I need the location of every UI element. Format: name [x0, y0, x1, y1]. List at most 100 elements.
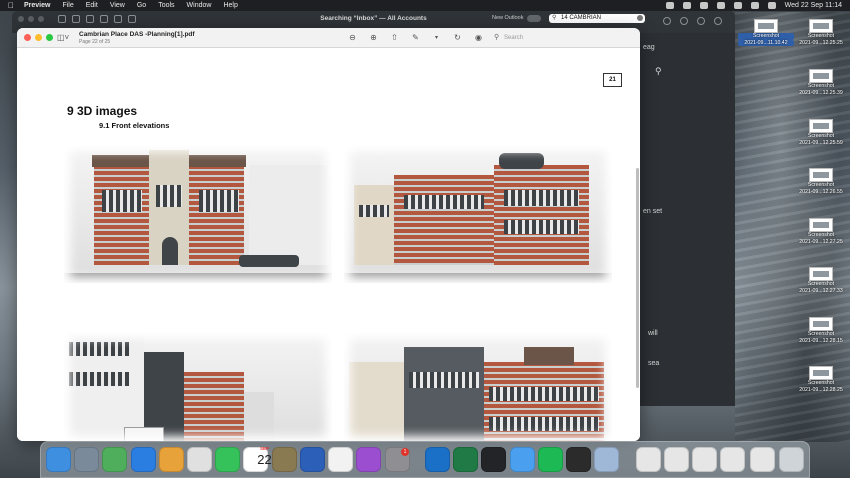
- new-outlook-label: New Outlook: [492, 15, 524, 21]
- desktop-screenshot-file[interactable]: Screenshot 2021-09...12.28.25: [793, 366, 849, 393]
- excel-icon[interactable]: [453, 447, 478, 472]
- desktop-screenshot-file[interactable]: Screenshot 2021-09...12.27.33: [793, 267, 849, 294]
- spotify-icon[interactable]: [538, 447, 563, 472]
- menu-view[interactable]: View: [110, 2, 125, 9]
- trash-icon[interactable]: [779, 447, 804, 472]
- desktop-screenshot-file[interactable]: Screenshot 2021-09...12.25.59: [793, 119, 849, 146]
- share-icon[interactable]: ⇧: [389, 32, 400, 43]
- document-title: Cambrian Place DAS -Planning[1].pdf: [79, 31, 195, 38]
- outlook-search-icon[interactable]: ⚲: [655, 66, 662, 77]
- preview-icon[interactable]: [594, 447, 619, 472]
- menu-file[interactable]: File: [62, 2, 73, 9]
- reminders-icon[interactable]: [328, 447, 353, 472]
- menu-bar:  Preview File Edit View Go Tools Window…: [0, 0, 850, 11]
- file-name-line2: 2021-09...11.10.42: [738, 39, 794, 46]
- outlook-search-value: 14 CAMBRIAN: [561, 15, 602, 21]
- file-name-line2: 2021-09...12.28.25: [799, 386, 843, 393]
- sidebar-toggle-icon[interactable]: ◫˅: [57, 33, 69, 42]
- outlook-reading-pane: [635, 33, 735, 406]
- preview-search-field[interactable]: ⚲ Search: [494, 33, 569, 43]
- menu-tools[interactable]: Tools: [158, 2, 174, 9]
- apple-menu-icon[interactable]: : [8, 1, 16, 10]
- desktop-screenshot-file[interactable]: Screenshot 2021-09...12.26.55: [793, 168, 849, 195]
- user-switch-icon[interactable]: [750, 2, 759, 9]
- preview-tools: ⊖ ⊕ ⇧ ✎ ▾ ↻ ◉: [347, 32, 484, 43]
- menu-go[interactable]: Go: [137, 2, 146, 9]
- recent-doc-2-icon[interactable]: [664, 447, 689, 472]
- reply-icon[interactable]: [663, 17, 671, 25]
- chrome-icon[interactable]: [187, 447, 212, 472]
- menu-help[interactable]: Help: [223, 2, 237, 9]
- outlook-snippet-2: en set: [643, 208, 663, 215]
- outlook-snippet-3: will: [648, 330, 658, 337]
- outlook-icon[interactable]: [425, 447, 450, 472]
- photos-icon[interactable]: [159, 447, 184, 472]
- preview-toolbar: ◫˅ Cambrian Place DAS -Planning[1].pdf P…: [17, 28, 640, 48]
- file-name-line2: 2021-09...12.27.25: [799, 238, 843, 245]
- menu-edit[interactable]: Edit: [86, 2, 98, 9]
- cloud-status-icon[interactable]: [665, 2, 674, 9]
- maps-icon[interactable]: [102, 447, 127, 472]
- screenshot-thumbnail-icon: [809, 168, 833, 182]
- menu-app-preview[interactable]: Preview: [24, 2, 50, 9]
- pdf-page[interactable]: 21 9 3D images 9.1 Front elevations: [17, 48, 640, 441]
- screenshot-thumbnail-icon: [809, 69, 833, 83]
- word-icon[interactable]: [300, 447, 325, 472]
- notification-badge: 1: [401, 448, 409, 456]
- recent-doc-3-icon[interactable]: [692, 447, 717, 472]
- safari-icon[interactable]: [131, 447, 156, 472]
- file-name-line2: 2021-09...12.25.25: [799, 39, 843, 46]
- desktop-screenshot-file[interactable]: Screenshot 2021-09...12.25.25: [793, 19, 849, 46]
- wifi-icon[interactable]: [716, 2, 725, 9]
- screenshot-thumbnail-icon: [809, 218, 833, 232]
- recent-doc-5-icon[interactable]: [750, 447, 775, 472]
- spotlight-search-icon[interactable]: [733, 2, 742, 9]
- calendar-month-label: SEP: [259, 446, 269, 451]
- markup-pen-icon[interactable]: ✎: [410, 32, 421, 43]
- building-render-front-left: [64, 145, 332, 283]
- vertical-scrollbar[interactable]: [636, 168, 639, 388]
- rotate-icon[interactable]: ↻: [452, 32, 463, 43]
- zoom-in-icon[interactable]: ⊕: [368, 32, 379, 43]
- recent-doc-1-icon[interactable]: [636, 447, 661, 472]
- desktop-screenshot-file[interactable]: Screenshot 2021-09...12.27.25: [793, 218, 849, 245]
- outlook-message-toolbar: [663, 17, 722, 25]
- new-outlook-toggle[interactable]: [527, 15, 541, 22]
- siri-icon[interactable]: [767, 2, 776, 9]
- building-render-front-right: [344, 145, 612, 283]
- menu-window[interactable]: Window: [187, 2, 212, 9]
- calendar-day-label: 22: [257, 452, 272, 467]
- bluetooth-icon[interactable]: [699, 2, 708, 9]
- forward-icon[interactable]: [680, 17, 688, 25]
- terminal-icon[interactable]: [566, 447, 591, 472]
- zoom-button[interactable]: [46, 34, 53, 41]
- desktop-screenshot-file[interactable]: Screenshot 2021-09...12.25.39: [793, 69, 849, 96]
- control-center-icon[interactable]: [682, 2, 691, 9]
- preview-window: ◫˅ Cambrian Place DAS -Planning[1].pdf P…: [17, 28, 640, 441]
- stocks-icon[interactable]: [481, 447, 506, 472]
- launchpad-icon[interactable]: [74, 447, 99, 472]
- screenshot-thumbnail-icon: [809, 19, 833, 33]
- outlook-search-input[interactable]: ⚲ 14 CAMBRIAN: [549, 14, 645, 23]
- popout-icon[interactable]: [714, 17, 722, 25]
- file-name-line2: 2021-09...12.28.15: [799, 337, 843, 344]
- podcasts-icon[interactable]: [356, 447, 381, 472]
- file-name-line2: 2021-09...12.25.39: [799, 89, 843, 96]
- menubar-clock[interactable]: Wed 22 Sep 11:14: [785, 2, 842, 9]
- zoom-out-icon[interactable]: ⊖: [347, 32, 358, 43]
- outlook-snippet-1: eag: [643, 44, 655, 51]
- desktop-screenshot-file[interactable]: Screenshot 2021-09...11.10.42: [738, 19, 794, 46]
- annotate-icon[interactable]: ◉: [473, 32, 484, 43]
- close-button[interactable]: [24, 34, 31, 41]
- desktop-screenshot-file[interactable]: Screenshot 2021-09...12.28.15: [793, 317, 849, 344]
- markup-menu-chevron-icon[interactable]: ▾: [431, 32, 442, 43]
- minimize-button[interactable]: [35, 34, 42, 41]
- mail-icon[interactable]: [510, 447, 535, 472]
- screenshot-thumbnail-icon: [809, 366, 833, 380]
- finder-icon[interactable]: [46, 447, 71, 472]
- facetime-icon[interactable]: [215, 447, 240, 472]
- new-item-icon[interactable]: [697, 17, 705, 25]
- clear-search-icon[interactable]: [637, 15, 643, 21]
- recent-doc-4-icon[interactable]: [720, 447, 745, 472]
- building-render-street-view: [64, 332, 332, 441]
